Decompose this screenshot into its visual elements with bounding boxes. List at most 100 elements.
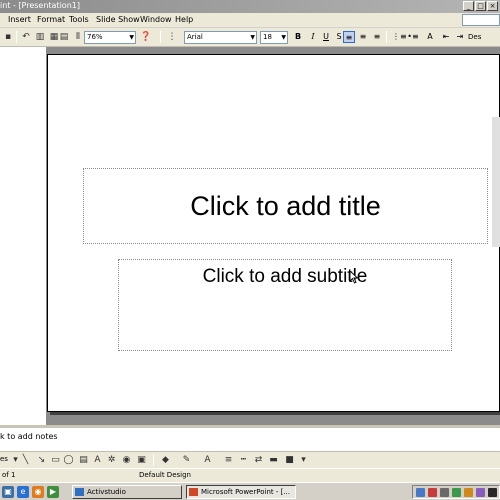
close-button[interactable]: ×: [487, 1, 498, 11]
title-placeholder-text: Click to add title: [190, 190, 381, 221]
zoom-select[interactable]: 76% ▼: [84, 31, 136, 44]
menu-insert[interactable]: Insert: [8, 15, 31, 24]
printer-icon[interactable]: [440, 488, 449, 497]
menu-help[interactable]: Help: [175, 15, 193, 24]
rectangle-icon[interactable]: ▭: [50, 455, 61, 466]
toolbar-separator: [16, 31, 17, 43]
chevron-down-icon: ▼: [129, 34, 134, 41]
firefox-icon[interactable]: ◉: [32, 486, 44, 498]
subtitle-placeholder-text: Click to add subtitle: [202, 266, 368, 287]
clip-art-icon[interactable]: ◉: [121, 455, 132, 466]
taskbar: ▣ e ◉ ▶ Activstudio Microsoft PowerPoint…: [0, 482, 500, 500]
minimize-button[interactable]: _: [463, 1, 474, 11]
notes-pane[interactable]: k to add notes: [0, 425, 500, 451]
oval-icon[interactable]: ◯: [63, 455, 74, 466]
dash-style-icon[interactable]: ┅: [238, 455, 249, 466]
undo-icon[interactable]: ↶: [20, 31, 32, 43]
desktop-icon[interactable]: ▣: [2, 486, 14, 498]
numbering-icon[interactable]: ⋮≡: [392, 31, 407, 43]
toolbar-options-icon[interactable]: ▾: [298, 455, 309, 466]
tray-app-icon[interactable]: [488, 488, 497, 497]
volume-icon[interactable]: [464, 488, 473, 497]
zoom-value: 76%: [87, 33, 103, 41]
design-label: Des: [468, 33, 482, 41]
bullets-icon[interactable]: •≡: [407, 31, 419, 43]
decrease-indent-icon[interactable]: ⇤: [440, 31, 452, 43]
toolbar-separator: [386, 31, 387, 43]
window-title: int - [Presentation1]: [0, 1, 80, 10]
font-size-select[interactable]: 18 ▼: [260, 31, 288, 44]
help-icon[interactable]: ❓: [140, 31, 152, 43]
media-player-icon[interactable]: ▶: [47, 486, 59, 498]
picture-icon[interactable]: ▣: [136, 455, 147, 466]
slide-workarea: Click to add title Click to add subtitle: [0, 47, 500, 425]
design-button[interactable]: Des: [468, 31, 488, 43]
title-placeholder[interactable]: Click to add title: [83, 168, 488, 244]
arrow-icon[interactable]: ↘: [36, 455, 47, 466]
menu-tools[interactable]: Tools: [69, 15, 89, 24]
network-icon[interactable]: [416, 488, 425, 497]
line-color-icon[interactable]: ✎: [181, 455, 192, 466]
italic-button[interactable]: I: [307, 31, 319, 43]
align-center-icon[interactable]: ≡: [357, 31, 369, 43]
mouse-pointer-icon: [349, 270, 359, 284]
window-controls: _ □ ×: [463, 1, 498, 11]
slide-counter: of 1: [2, 471, 16, 479]
align-left-icon[interactable]: ≡: [343, 31, 355, 43]
powerpoint-icon: [189, 488, 198, 496]
toolbar-separator: [153, 454, 154, 466]
font-color-icon[interactable]: A: [202, 455, 213, 466]
bold-button[interactable]: B: [292, 31, 304, 43]
notes-placeholder: k to add notes: [0, 432, 58, 441]
taskbar-button-powerpoint[interactable]: Microsoft PowerPoint - [...: [186, 485, 296, 499]
increase-font-icon[interactable]: A: [424, 31, 436, 43]
update-icon[interactable]: [452, 488, 461, 497]
font-size-value: 18: [263, 33, 272, 41]
chevron-down-icon: ▼: [281, 34, 286, 41]
wordart-icon[interactable]: A: [92, 455, 103, 466]
security-icon[interactable]: [428, 488, 437, 497]
menu-bar: Insert Format Tools Slide Show Window He…: [0, 13, 500, 28]
drawing-toolbar: es ▾ ╲ ↘ ▭ ◯ ▤ A ✲ ◉ ▣ ◆ ✎ A ≡ ┅ ⇄ ▬ ■ ▾: [0, 451, 500, 468]
draw-menu-label[interactable]: es: [0, 455, 8, 463]
tables-borders-icon[interactable]: ▤: [58, 31, 70, 43]
line-style-icon[interactable]: ≡: [223, 455, 234, 466]
align-right-icon[interactable]: ≡: [371, 31, 383, 43]
chevron-down-icon: ▼: [250, 34, 255, 41]
taskbar-button-label: Microsoft PowerPoint - [...: [201, 488, 291, 496]
activstudio-icon: [75, 488, 84, 496]
maximize-button[interactable]: □: [475, 1, 486, 11]
messenger-icon[interactable]: [476, 488, 485, 497]
menu-slide-show[interactable]: Slide Show: [96, 15, 140, 24]
system-tray: [412, 485, 500, 499]
increase-indent-icon[interactable]: ⇥: [454, 31, 466, 43]
arrow-style-icon[interactable]: ⇄: [253, 455, 264, 466]
taskbar-button-activstudio[interactable]: Activstudio: [72, 485, 182, 499]
paste-icon[interactable]: ▪: [2, 31, 14, 43]
menu-window[interactable]: Window: [140, 15, 172, 24]
internet-explorer-icon[interactable]: e: [17, 486, 29, 498]
design-name: Default Design: [139, 471, 191, 479]
slide-canvas[interactable]: Click to add title Click to add subtitle: [47, 54, 500, 412]
text-box-icon[interactable]: ▤: [78, 455, 89, 466]
title-bar: int - [Presentation1] _ □ ×: [0, 0, 500, 13]
underline-button[interactable]: U: [320, 31, 332, 43]
line-icon[interactable]: ╲: [20, 455, 31, 466]
shadow-style-icon[interactable]: ▬: [268, 455, 279, 466]
toolbar: ▪ ↶ ▥ ▦ ▤ ⦀ 76% ▼ ❓ ⋮ Arial ▼ 18 ▼ B I U…: [0, 28, 500, 47]
fill-color-icon[interactable]: ◆: [160, 455, 171, 466]
scroll-region: [492, 117, 500, 247]
ask-question-box[interactable]: [462, 14, 500, 26]
menu-format[interactable]: Format: [37, 15, 65, 24]
3d-style-icon[interactable]: ■: [284, 455, 295, 466]
font-select[interactable]: Arial ▼: [184, 31, 257, 44]
taskbar-button-label: Activstudio: [87, 488, 126, 496]
toolbar-separator: [160, 31, 161, 43]
insert-chart-icon[interactable]: ▥: [34, 31, 46, 43]
toolbar-grip-icon[interactable]: ⋮: [166, 31, 178, 43]
subtitle-placeholder[interactable]: Click to add subtitle: [118, 259, 452, 351]
columns-icon[interactable]: ⦀: [72, 31, 84, 43]
outline-pane-edge: [0, 47, 46, 425]
diagram-icon[interactable]: ✲: [106, 455, 117, 466]
font-value: Arial: [187, 33, 203, 41]
